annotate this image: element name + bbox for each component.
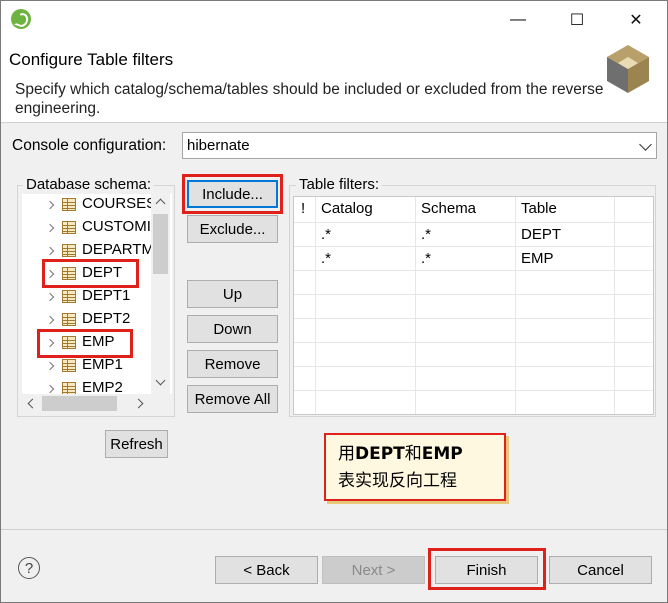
dialog-window: — ☐ ✕ Configure Table filters Specify wh… xyxy=(0,0,668,603)
horizontal-scroll-thumb[interactable] xyxy=(42,396,117,411)
cancel-button[interactable]: Cancel xyxy=(549,556,652,584)
column-header-catalog[interactable]: Catalog xyxy=(321,200,373,217)
column-divider xyxy=(415,197,416,414)
tree-item-emp1[interactable]: EMP1 xyxy=(22,355,154,378)
expand-arrow-icon[interactable] xyxy=(45,246,55,256)
column-divider xyxy=(614,197,615,414)
tree-item-label: EMP1 xyxy=(82,356,123,373)
vertical-scroll-thumb[interactable] xyxy=(153,214,168,274)
tree-item-label: COURSES xyxy=(82,195,157,212)
footer-separator xyxy=(1,529,667,530)
minimize-button[interactable]: — xyxy=(495,7,541,33)
column-header-negate[interactable]: ! xyxy=(301,200,305,217)
tree-item-courses[interactable]: COURSES xyxy=(22,194,157,217)
console-config-select[interactable]: hibernate xyxy=(182,132,657,159)
filters-table[interactable]: ! Catalog Schema Table .* .* DEPT .* .* … xyxy=(293,196,654,415)
table-icon xyxy=(62,313,76,326)
row-divider xyxy=(294,342,653,343)
tree-item-label: DEPT1 xyxy=(82,287,131,304)
schema-group-label: Database schema: xyxy=(23,176,155,193)
expand-arrow-icon[interactable] xyxy=(45,292,55,302)
chevron-down-icon xyxy=(639,138,652,151)
table-icon xyxy=(62,198,76,211)
row-divider xyxy=(294,222,653,223)
tree-item-customi[interactable]: CUSTOMI xyxy=(22,217,154,240)
table-icon xyxy=(62,382,76,394)
row-divider xyxy=(294,390,653,391)
table-icon xyxy=(62,244,76,257)
tree-item-dept1[interactable]: DEPT1 xyxy=(22,286,154,309)
table-icon xyxy=(62,359,76,372)
column-divider xyxy=(515,197,516,414)
filter-row-1-schema[interactable]: .* xyxy=(421,226,431,243)
finish-highlight-box xyxy=(428,548,546,590)
dept-highlight-box xyxy=(42,259,139,288)
note-text-bold: EMP xyxy=(421,444,463,464)
tree-vertical-scrollbar[interactable] xyxy=(151,194,170,394)
row-divider xyxy=(294,318,653,319)
console-config-value: hibernate xyxy=(187,137,250,154)
expand-arrow-icon[interactable] xyxy=(45,315,55,325)
table-icon xyxy=(62,290,76,303)
row-divider xyxy=(294,246,653,247)
up-button[interactable]: Up xyxy=(187,280,278,308)
wizard-banner: Configure Table filters Specify which ca… xyxy=(1,39,667,123)
spring-app-icon xyxy=(11,9,31,29)
title-bar: — ☐ ✕ xyxy=(1,1,667,39)
filter-row-2-table[interactable]: EMP xyxy=(521,250,554,267)
tree-item-label: CUSTOMI xyxy=(82,218,151,235)
note-line-2: 表实现反向工程 xyxy=(338,471,457,491)
row-divider xyxy=(294,270,653,271)
note-text-bold: DEPT xyxy=(355,444,405,464)
row-divider xyxy=(294,294,653,295)
tree-item-label: DEPT2 xyxy=(82,310,131,327)
row-divider xyxy=(294,414,654,415)
close-button[interactable]: ✕ xyxy=(613,7,659,33)
note-line-1: 用DEPT和EMP xyxy=(338,441,504,468)
schema-tree[interactable]: COURSES CUSTOMI DEPARTM DEPT DEPT1 DEPT2 xyxy=(22,194,172,394)
filter-row-2-schema[interactable]: .* xyxy=(421,250,431,267)
tree-item-label: DEPARTM xyxy=(82,241,154,258)
include-highlight-box xyxy=(182,174,283,214)
table-filters-label: Table filters: xyxy=(296,176,383,193)
page-title: Configure Table filters xyxy=(9,50,174,69)
annotation-note: 用DEPT和EMP 表实现反向工程 xyxy=(324,433,506,501)
expand-arrow-icon[interactable] xyxy=(45,384,55,394)
back-button[interactable]: < Back xyxy=(215,556,318,584)
column-divider xyxy=(315,197,316,414)
remove-all-button[interactable]: Remove All xyxy=(187,385,278,413)
console-config-label: Console configuration: xyxy=(12,137,167,154)
next-button[interactable]: Next > xyxy=(322,556,425,584)
note-text: 用 xyxy=(338,444,355,464)
tree-horizontal-scrollbar[interactable] xyxy=(22,394,172,413)
hibernate-logo-icon xyxy=(607,45,649,93)
tree-item-label: EMP2 xyxy=(82,379,123,394)
exclude-button[interactable]: Exclude... xyxy=(187,215,278,243)
filter-row-1-table[interactable]: DEPT xyxy=(521,226,561,243)
table-icon xyxy=(62,221,76,234)
tree-item-emp2[interactable]: EMP2 xyxy=(22,378,154,394)
note-text: 和 xyxy=(404,444,422,464)
remove-button[interactable]: Remove xyxy=(187,350,278,378)
expand-arrow-icon[interactable] xyxy=(45,223,55,233)
emp-highlight-box xyxy=(37,329,133,358)
column-header-table[interactable]: Table xyxy=(521,200,557,217)
down-button[interactable]: Down xyxy=(187,315,278,343)
expand-arrow-icon[interactable] xyxy=(45,361,55,371)
scroll-up-icon[interactable] xyxy=(155,198,166,209)
scroll-left-icon[interactable] xyxy=(27,398,38,409)
scroll-down-icon[interactable] xyxy=(155,375,166,386)
help-icon[interactable]: ? xyxy=(18,557,40,579)
column-header-schema[interactable]: Schema xyxy=(421,200,476,217)
filter-row-2-catalog[interactable]: .* xyxy=(321,250,331,267)
maximize-button[interactable]: ☐ xyxy=(554,7,600,33)
scroll-right-icon[interactable] xyxy=(133,398,144,409)
expand-arrow-icon[interactable] xyxy=(45,200,55,210)
row-divider xyxy=(294,366,653,367)
page-description: Specify which catalog/schema/tables shou… xyxy=(15,81,604,117)
filter-row-1-catalog[interactable]: .* xyxy=(321,226,331,243)
refresh-button[interactable]: Refresh xyxy=(105,430,168,458)
